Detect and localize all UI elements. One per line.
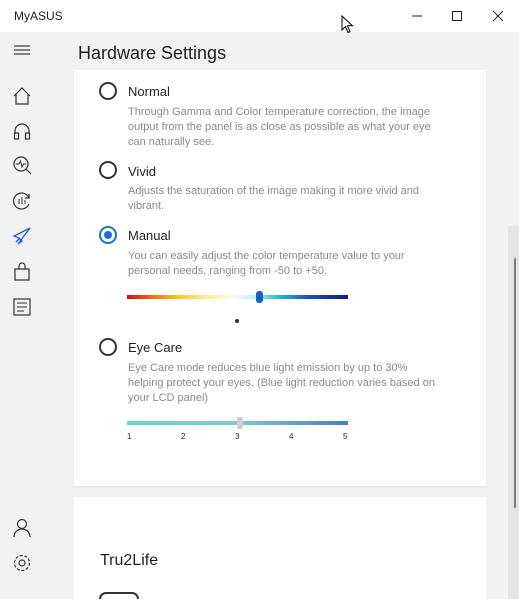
- normal-description: Through Gamma and Color temperature corr…: [128, 106, 431, 148]
- vivid-description: Adjusts the saturation of the image maki…: [128, 185, 420, 212]
- title-bar: MyASUS: [0, 0, 519, 32]
- eye-care-tick-label: 1: [127, 432, 132, 441]
- manual-label: Manual: [128, 228, 171, 243]
- radio-selected-dot: [104, 231, 112, 239]
- maximize-icon: [452, 11, 462, 21]
- minimize-icon: [412, 15, 422, 17]
- slider-center-marker: [235, 319, 239, 323]
- eye-care-label: Eye Care: [128, 340, 183, 355]
- color-temperature-slider[interactable]: [127, 295, 348, 299]
- sidebar: [0, 32, 44, 599]
- color-temperature-slider-thumb[interactable]: [256, 291, 264, 303]
- diagnostics-icon[interactable]: [10, 153, 34, 177]
- eye-care-tick-label: 5: [343, 432, 348, 441]
- maximize-button[interactable]: [437, 0, 477, 32]
- manual-radio[interactable]: [99, 226, 117, 244]
- mouse-cursor-icon: [341, 15, 354, 34]
- menu-icon[interactable]: [10, 38, 34, 62]
- vivid-label: Vivid: [128, 164, 156, 179]
- minimize-button[interactable]: [397, 0, 437, 32]
- page-title: Hardware Settings: [78, 43, 227, 63]
- settings-icon[interactable]: [10, 551, 34, 575]
- home-icon[interactable]: [10, 84, 34, 108]
- normal-radio[interactable]: [99, 82, 117, 100]
- user-icon[interactable]: [10, 516, 34, 540]
- tru2life-title: Tru2Life: [100, 552, 159, 569]
- vivid-radio[interactable]: [99, 161, 117, 179]
- rocket-icon[interactable]: [10, 224, 34, 248]
- news-icon[interactable]: [10, 295, 34, 319]
- scrollbar-thumb[interactable]: [514, 258, 516, 508]
- tru2life-toggle[interactable]: [99, 592, 139, 599]
- system-update-icon[interactable]: [10, 189, 34, 213]
- eye-care-radio[interactable]: [99, 338, 117, 356]
- eye-care-tick-label: 3: [235, 432, 240, 441]
- normal-label: Normal: [128, 84, 170, 99]
- close-icon: [492, 10, 504, 22]
- manual-description: You can easily adjust the color temperat…: [128, 250, 405, 277]
- eye-care-tick-label: 2: [181, 432, 186, 441]
- eye-care-level-slider-thumb[interactable]: [237, 417, 243, 429]
- headset-icon[interactable]: [10, 119, 34, 143]
- close-button[interactable]: [478, 0, 518, 32]
- eye-care-description: Eye Care mode reduces blue light emissio…: [128, 362, 435, 404]
- tru2life-card: [74, 497, 486, 599]
- store-icon[interactable]: [10, 260, 34, 284]
- eye-care-tick-label: 4: [289, 432, 294, 441]
- app-title: MyASUS: [14, 9, 63, 23]
